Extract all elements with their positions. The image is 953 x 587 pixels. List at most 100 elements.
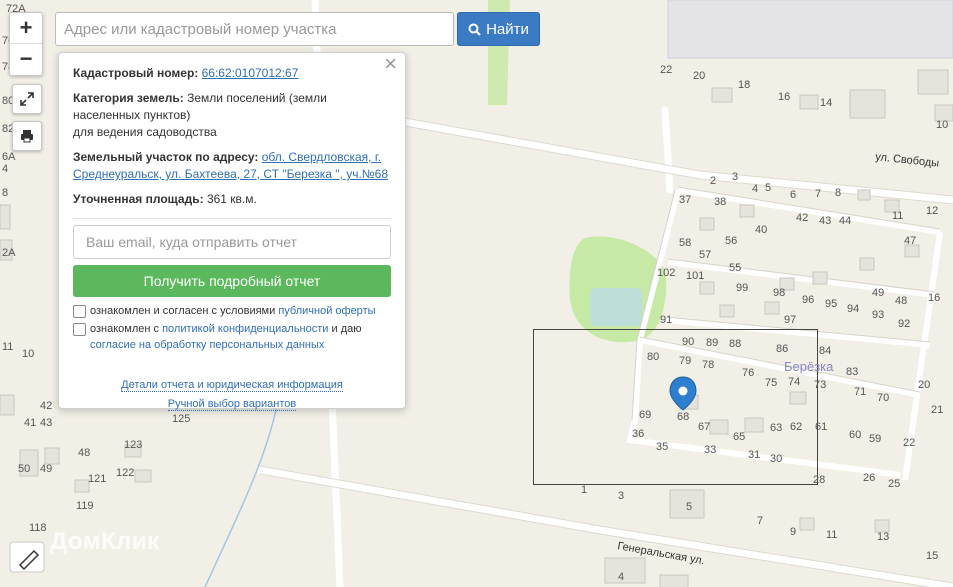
house-number-label: 4 — [2, 163, 8, 175]
house-number-label: 16 — [928, 292, 940, 304]
zoom-out-button[interactable]: − — [10, 43, 42, 74]
house-number-label: 42 — [796, 212, 808, 224]
house-number-label: 49 — [40, 463, 52, 475]
address-label: Земельный участок по адресу: — [73, 150, 259, 164]
house-number-label: 35 — [656, 441, 668, 453]
house-number-label: 3 — [618, 490, 624, 502]
house-number-label: 21 — [931, 404, 943, 416]
house-number-label: 83 — [846, 366, 858, 378]
expand-icon — [20, 92, 34, 106]
house-number-label: 10 — [936, 119, 948, 131]
consent2-and: и даю — [331, 323, 362, 335]
house-number-label: 4 — [618, 571, 624, 583]
offer-consent-checkbox[interactable] — [73, 305, 86, 318]
category-use: для ведения садоводства — [73, 125, 217, 139]
house-number-label: 50 — [18, 463, 30, 475]
house-number-label: 74 — [788, 376, 800, 388]
house-number-label: 84 — [819, 345, 831, 357]
house-number-label: 119 — [76, 500, 94, 512]
house-number-label: 80 — [647, 351, 659, 363]
house-number-label: 65 — [733, 431, 745, 443]
house-number-label: 91 — [660, 314, 672, 326]
zoom-control: + − — [9, 12, 43, 76]
email-input[interactable]: Ваш email, куда отправить отчет — [73, 225, 391, 259]
house-number-label: 58 — [679, 237, 691, 249]
house-number-label: 10 — [22, 348, 34, 360]
house-number-label: 36 — [632, 428, 644, 440]
house-number-label: 78 — [702, 359, 714, 371]
manual-selection-link[interactable]: Ручной выбор вариантов — [167, 398, 297, 411]
house-number-label: 43 — [40, 417, 52, 429]
house-number-label: 55 — [729, 262, 741, 274]
house-number-label: 69 — [639, 409, 651, 421]
zoom-in-button[interactable]: + — [10, 13, 42, 43]
address-search-input[interactable]: Адрес или кадастровый номер участка — [55, 12, 454, 46]
report-details-link[interactable]: Детали отчета и юридическая информация — [121, 379, 343, 392]
house-number-label: 3 — [732, 171, 738, 183]
close-icon[interactable]: × — [384, 53, 397, 75]
house-number-label: 25 — [888, 478, 900, 490]
house-number-label: 9 — [790, 526, 796, 538]
house-number-label: 63 — [770, 422, 782, 434]
parcel-info-popup: × Кадастровый номер: 66:62:0107012:67 Ка… — [58, 52, 406, 411]
house-number-label: 79 — [679, 355, 691, 367]
house-number-label: 38 — [714, 196, 726, 208]
house-number-label: 20 — [693, 70, 705, 82]
house-number-label: 40 — [755, 224, 767, 236]
house-number-label: 67 — [698, 421, 710, 433]
print-button[interactable] — [12, 121, 42, 151]
find-button[interactable]: Найти — [457, 12, 540, 46]
house-number-label: 8 — [2, 187, 8, 199]
house-number-label: 62 — [790, 421, 802, 433]
house-number-label: 11 — [892, 210, 903, 222]
get-report-button[interactable]: Получить подробный отчет — [73, 265, 391, 297]
house-number-label: 11 — [826, 529, 837, 541]
cadastral-number-link[interactable]: 66:62:0107012:67 — [202, 66, 299, 80]
house-number-label: 4 — [752, 183, 758, 195]
house-number-label: 7 — [815, 188, 821, 200]
house-number-label: 28 — [813, 474, 825, 486]
house-number-label: 89 — [706, 337, 718, 349]
house-number-label: 123 — [124, 439, 142, 451]
house-number-label: 48 — [78, 447, 90, 459]
house-number-label: 26 — [863, 472, 875, 484]
house-number-label: 59 — [869, 433, 881, 445]
house-number-label: 16 — [778, 91, 790, 103]
house-number-label: 33 — [704, 444, 716, 456]
house-number-label: 41 — [24, 417, 36, 429]
house-number-label: 122 — [116, 467, 134, 479]
privacy-policy-link[interactable]: политикой конфиденциальности — [162, 323, 328, 335]
house-number-label: 75 — [765, 377, 777, 389]
printer-icon — [21, 130, 33, 143]
house-number-label: 47 — [904, 235, 916, 247]
consent2-text: ознакомлен с — [90, 323, 160, 335]
public-offer-link[interactable]: публичной оферты — [278, 305, 375, 317]
fullscreen-button[interactable] — [12, 84, 42, 114]
house-number-label: 73 — [814, 379, 826, 391]
category-label: Категория земель: — [73, 91, 184, 105]
house-number-label: 76 — [742, 367, 754, 379]
area-value: 361 кв.м. — [206, 192, 257, 206]
cadastral-label: Кадастровый номер: — [73, 66, 199, 80]
house-number-label: 102 — [657, 267, 675, 279]
ruler-icon[interactable] — [9, 541, 45, 573]
house-number-label: 30 — [770, 453, 782, 465]
house-number-label: 61 — [815, 421, 827, 433]
house-number-label: 96 — [802, 294, 814, 306]
house-number-label: 13 — [877, 531, 889, 543]
house-number-label: 88 — [729, 338, 741, 350]
house-number-label: 118 — [29, 522, 47, 534]
house-number-label: 98 — [773, 287, 785, 299]
privacy-consent-checkbox[interactable] — [73, 323, 86, 336]
house-number-label: 37 — [679, 194, 691, 206]
house-number-label: 31 — [748, 449, 760, 461]
house-number-label: 15 — [926, 550, 938, 562]
personal-data-consent-link[interactable]: согласие на обработку персональных данны… — [90, 339, 324, 351]
house-number-label: 18 — [738, 79, 750, 91]
house-number-label: 90 — [682, 336, 694, 348]
house-number-label: 2А — [2, 247, 16, 259]
house-number-label: 121 — [88, 473, 106, 485]
domklik-logo: ДомКлик — [50, 528, 160, 555]
house-number-label: 12 — [926, 205, 938, 217]
house-number-label: 22 — [903, 437, 915, 449]
